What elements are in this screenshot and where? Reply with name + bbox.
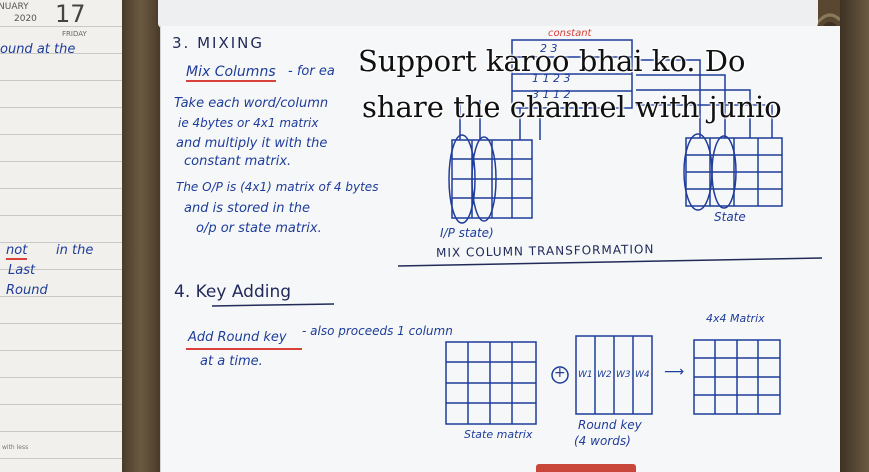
planner-line1: ound at the (0, 42, 76, 57)
round-key-sub: (4 words) (574, 434, 631, 448)
para-line3: and multiply it with the (176, 136, 328, 151)
section3-heading: 3. MIXING (172, 34, 264, 52)
planner-note-word4: Round (6, 283, 48, 298)
round-key-w1: W1 (578, 370, 593, 380)
section4-heading: 4. Key Adding (174, 282, 292, 302)
state-label: State (714, 210, 746, 224)
para-line1: Take each word/column (174, 96, 329, 111)
planner-month: NUARY (0, 2, 29, 12)
round-key-w2: W2 (597, 370, 612, 380)
para-line2: ie 4bytes or 4x1 matrix (178, 116, 319, 130)
matrix-4x4-label: 4x4 Matrix (706, 312, 765, 325)
photo-scene: NUARY 2020 17 FRIDAY ound at the not in … (0, 0, 869, 472)
planner-weekday: FRIDAY (62, 30, 87, 38)
add-round-key-line1: - also proceeds 1 column (302, 324, 453, 338)
mix-columns-suffix: - for ea (288, 64, 335, 79)
planner-note-word3: Last (8, 263, 36, 278)
state-matrix-label: State matrix (464, 428, 533, 441)
planner-day-number: 17 (55, 0, 86, 28)
planner-note-word1: not (6, 243, 28, 260)
bottom-red-object (536, 464, 636, 472)
planner-page: NUARY 2020 17 FRIDAY ound at the not in … (0, 0, 124, 472)
overlay-caption-line1: Support karoo bhai ko. Do (358, 44, 746, 78)
para-line7: o/p or state matrix. (196, 221, 322, 236)
right-background-edge (840, 0, 869, 472)
para-line4: constant matrix. (184, 154, 292, 169)
round-key-label: Round key (578, 418, 642, 432)
mix-columns-title: Mix Columns (186, 64, 276, 82)
overlay-caption-line2: share the channel with junio (362, 90, 782, 124)
result-arrow: ⟶ (664, 364, 685, 380)
constant-label: constant (548, 28, 592, 39)
round-key-w3: W3 (616, 370, 631, 380)
para-line6: and is stored in the (184, 201, 310, 216)
notebook-top-page (158, 0, 818, 29)
add-round-key-line2: at a time. (200, 354, 263, 369)
ip-state-label: I/P state) (440, 226, 494, 240)
planner-footer: with less (2, 444, 29, 451)
planner-note-word2: in the (56, 243, 94, 258)
planner-year: 2020 (14, 14, 37, 24)
plus-symbol: + (554, 365, 566, 381)
round-key-w4: W4 (635, 370, 650, 380)
notebook-spine (122, 0, 160, 472)
para-line5: The O/P is (4x1) matrix of 4 bytes (176, 180, 379, 194)
add-round-key-title: Add Round key (188, 330, 287, 345)
